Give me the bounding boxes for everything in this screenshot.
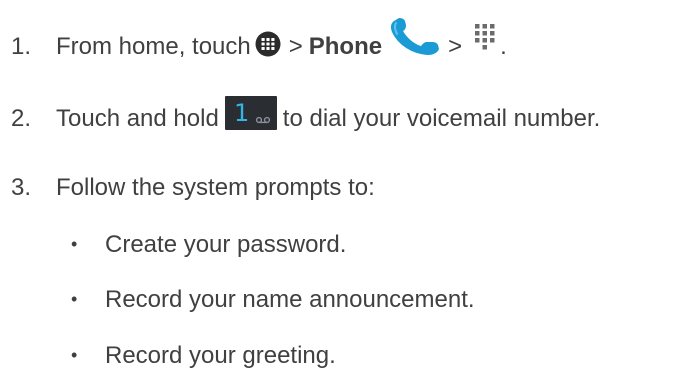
step-text: Touch and hold [56, 105, 219, 132]
step-number: 3. [11, 174, 32, 201]
apps-icon [255, 31, 281, 57]
list-item: • Record your greeting. [71, 341, 336, 371]
phone-label: Phone [308, 33, 383, 60]
list-item: • Create your password. [71, 230, 346, 260]
step-number: 1. [11, 33, 32, 60]
list-item-text: Record your name announcement. [105, 286, 475, 313]
dialpad-icon [472, 22, 498, 52]
step-1: 1. From home, touch > Phone > . [11, 18, 507, 66]
voicemail-key-icon: 1 [224, 96, 277, 130]
separator: > [288, 33, 303, 60]
step-number: 2. [11, 105, 32, 132]
separator: > [448, 33, 463, 60]
period: . [500, 33, 507, 60]
list-item-text: Record your greeting. [105, 342, 336, 369]
step-2: 2. Touch and hold 1 to dial your voicema… [11, 96, 601, 136]
bullet: • [71, 345, 78, 365]
step-text: From home, touch [56, 33, 251, 60]
step-text-continued: to dial your voicemail number. [282, 105, 601, 132]
list-item-text: Create your password. [105, 231, 347, 258]
step-text: Follow the system prompts to: [56, 174, 375, 201]
step-3: 3. Follow the system prompts to: [11, 173, 375, 203]
bullet: • [71, 289, 78, 309]
phone-icon [388, 18, 442, 56]
bullet: • [71, 234, 78, 254]
voicemail-key-digit: 1 [234, 99, 249, 127]
instructions-document: 1. From home, touch > Phone > . 2. Touch… [0, 0, 694, 371]
list-item: • Record your name announcement. [71, 285, 475, 315]
